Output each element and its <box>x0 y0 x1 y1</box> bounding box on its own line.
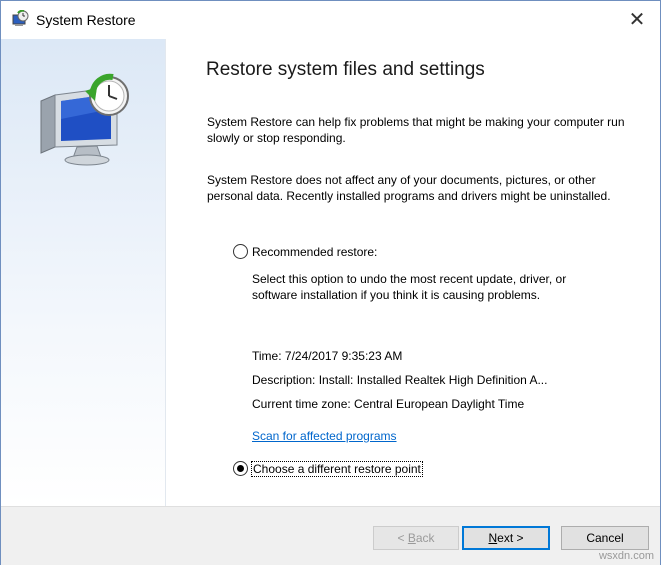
back-button-rest: ack <box>415 531 435 545</box>
next-button-hotkey: N <box>488 531 498 545</box>
system-restore-app-icon <box>12 10 29 26</box>
watermark: wsxdn.com <box>598 550 654 562</box>
title-bar: System Restore ✕ <box>1 1 660 39</box>
intro-paragraph: System Restore can help fix problems tha… <box>207 115 625 145</box>
main-content: Restore system files and settings System… <box>166 39 660 506</box>
window-title: System Restore <box>36 12 136 28</box>
back-button-prefix: < <box>397 531 408 545</box>
recommended-restore-description: Select this option to undo the most rece… <box>252 272 567 302</box>
page-title: Restore system files and settings <box>206 59 485 80</box>
next-button-rest: ext > <box>497 531 524 545</box>
cancel-button[interactable]: Cancel <box>561 526 649 550</box>
recommended-restore-radio[interactable] <box>233 244 248 259</box>
restore-time: Time: 7/24/2017 9:35:23 AM <box>252 349 403 363</box>
restore-timezone: Current time zone: Central European Dayl… <box>252 397 525 411</box>
restore-description: Description: Install: Installed Realtek … <box>252 373 548 387</box>
monitor-clock-restore-icon <box>40 73 129 166</box>
back-button[interactable]: < Back <box>373 526 459 550</box>
recommended-restore-label[interactable]: Recommended restore: <box>252 245 377 259</box>
scan-affected-programs-link[interactable]: Scan for affected programs <box>252 429 397 443</box>
different-restore-point-label[interactable]: Choose a different restore point <box>251 460 423 477</box>
different-restore-point-option[interactable]: Choose a different restore point <box>233 460 423 477</box>
close-icon[interactable]: ✕ <box>614 1 660 37</box>
back-button-hotkey: B <box>407 531 416 545</box>
sidebar-banner <box>1 39 166 506</box>
next-button[interactable]: Next > <box>462 526 550 550</box>
recommended-restore-option[interactable]: Recommended restore: <box>233 244 377 259</box>
system-restore-window: System Restore ✕ Restore system files an… <box>0 0 661 565</box>
footer-bar: < Back Next > Cancel wsxdn.com <box>1 506 660 565</box>
info-paragraph: System Restore does not affect any of yo… <box>207 173 611 203</box>
different-restore-point-radio[interactable] <box>233 461 248 476</box>
